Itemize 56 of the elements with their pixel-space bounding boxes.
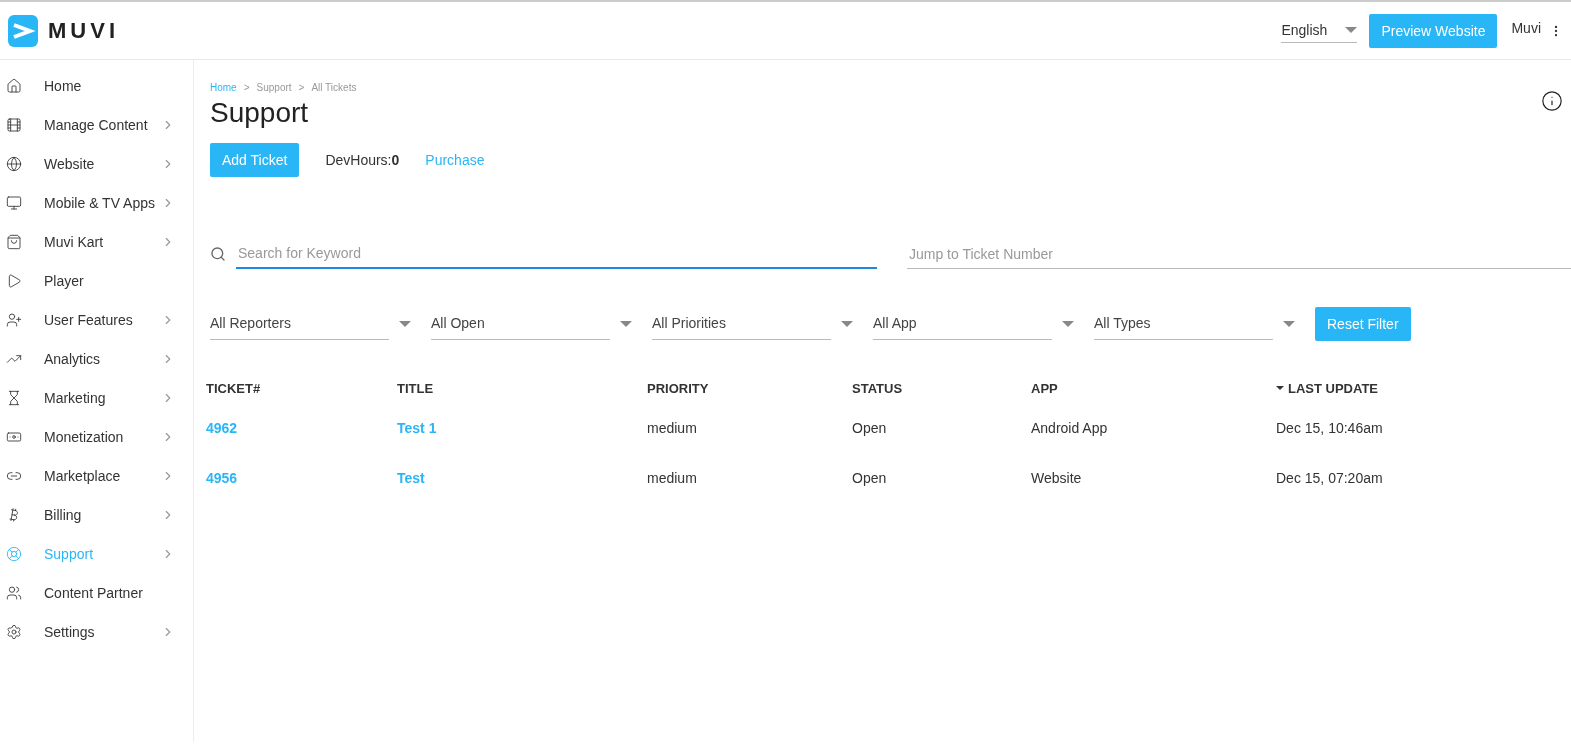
film-icon (6, 116, 22, 133)
info-icon[interactable] (1541, 90, 1563, 112)
filter-dropdown[interactable]: All Priorities (652, 308, 853, 340)
sidebar-item[interactable]: Muvi Kart (0, 222, 193, 261)
search-icon (210, 246, 226, 262)
sidebar-item[interactable]: Content Partner (0, 573, 193, 612)
sidebar-item[interactable]: Marketing (0, 378, 193, 417)
devhours-text: DevHours:0 (325, 152, 400, 168)
sidebar-item[interactable]: Mobile & TV Apps (0, 183, 193, 222)
breadcrumb-item: > (243, 82, 250, 93)
logo-text: MUVI (48, 17, 119, 44)
globe-icon (6, 155, 22, 172)
sidebar-item[interactable]: Website (0, 144, 193, 183)
sidebar-item[interactable]: Manage Content (0, 105, 193, 144)
column-header[interactable]: TICKET# (206, 380, 397, 396)
sidebar-item[interactable]: Settings (0, 612, 193, 651)
language-dropdown[interactable]: English (1281, 18, 1358, 43)
sidebar-item[interactable]: Monetization (0, 417, 193, 456)
column-header[interactable]: APP (1031, 380, 1276, 396)
table-cell: Dec 15, 07:20am (1276, 470, 1383, 486)
filter-dropdown[interactable]: All Reporters (210, 308, 411, 340)
table-cell: Website (1031, 470, 1082, 486)
logo-icon (8, 14, 38, 47)
play-icon (6, 272, 22, 289)
table-cell: medium (647, 470, 697, 486)
breadcrumb-item: All Tickets (311, 82, 357, 93)
column-header[interactable]: LAST UPDATE (1276, 380, 1506, 396)
table-cell: Android App (1031, 420, 1108, 436)
sidebar-item[interactable]: Billing (0, 495, 193, 534)
page-title: Support (210, 97, 309, 129)
column-header[interactable]: STATUS (852, 380, 1031, 396)
hourglass-icon (6, 389, 22, 406)
table-cell: Dec 15, 10:46am (1276, 420, 1383, 436)
bag-icon (6, 233, 22, 250)
table-cell: Open (852, 420, 887, 436)
table-cell: Open (852, 470, 887, 486)
sidebar-item[interactable]: Player (0, 261, 193, 300)
sidebar-item[interactable]: Home (0, 66, 193, 105)
table-cell: medium (647, 420, 697, 436)
user-plus-icon (6, 311, 22, 328)
column-header[interactable]: TITLE (397, 380, 647, 396)
breadcrumb-item: Support (256, 82, 292, 93)
column-header[interactable]: PRIORITY (647, 380, 852, 396)
settings-icon (6, 623, 22, 640)
user-name[interactable]: Muvi (1511, 19, 1541, 36)
lifebuoy-icon (6, 545, 22, 562)
filter-dropdown[interactable]: All App (873, 308, 1074, 340)
filter-dropdown[interactable]: All Types (1094, 308, 1295, 340)
monitor-icon (6, 194, 22, 211)
filter-dropdown[interactable]: All Open (431, 308, 632, 340)
users-icon (6, 584, 22, 601)
home-icon (6, 77, 22, 94)
sidebar-item[interactable]: Analytics (0, 339, 193, 378)
sidebar-item[interactable]: Marketplace (0, 456, 193, 495)
breadcrumb-item: > (298, 82, 305, 93)
sidebar-item[interactable]: User Features (0, 300, 193, 339)
